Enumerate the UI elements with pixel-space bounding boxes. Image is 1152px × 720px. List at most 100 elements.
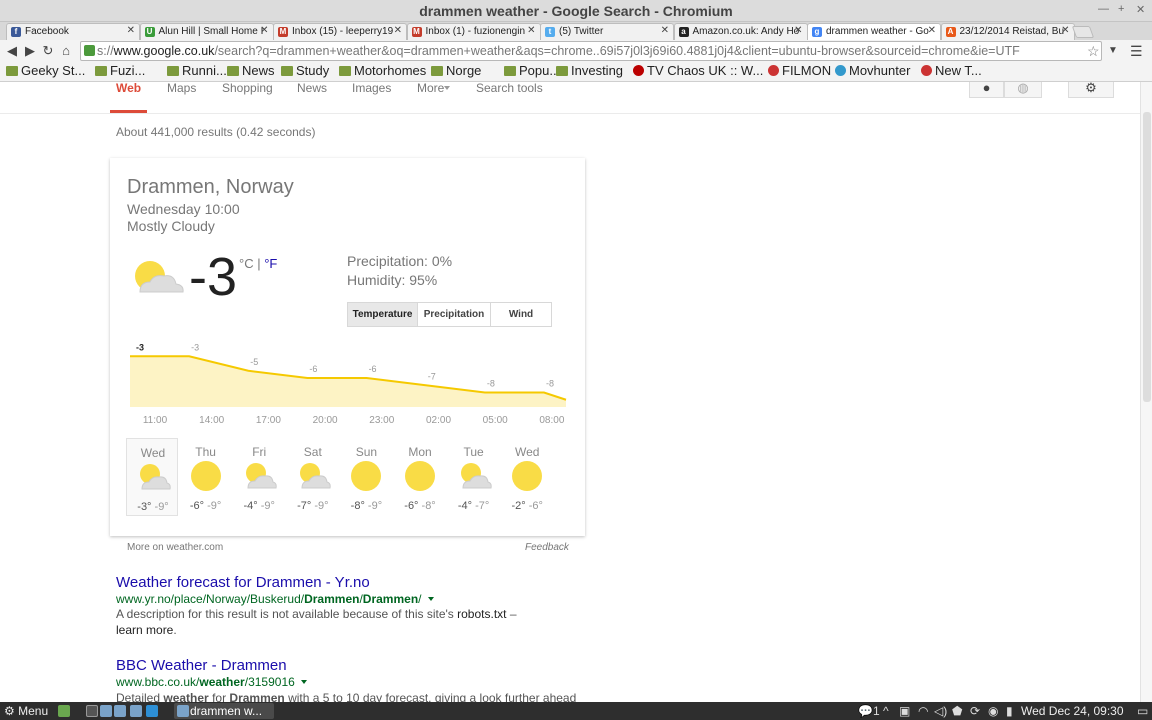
bookmark-folder[interactable]: Geeky St...: [6, 63, 85, 78]
unit-fahrenheit[interactable]: °F: [264, 256, 277, 271]
browser-tab[interactable]: U Alun Hill | Small Home I ✕: [139, 23, 274, 40]
robots-link[interactable]: robots.txt: [457, 607, 506, 621]
tab-wind[interactable]: Wind: [490, 303, 551, 326]
forecast-day[interactable]: Fri -4° -9°: [233, 438, 285, 516]
more-weather-link[interactable]: More on weather.com: [127, 542, 223, 553]
bookmark-folder[interactable]: Popu...: [504, 63, 560, 78]
unit-celsius[interactable]: °C: [239, 256, 254, 271]
folder-icon: [95, 66, 107, 76]
bookmark-folder[interactable]: News: [227, 63, 275, 78]
globe-button[interactable]: ◍: [1004, 81, 1042, 98]
forecast-day-name: Mon: [408, 445, 432, 459]
nav-web[interactable]: Web: [116, 81, 141, 95]
new-tab-button[interactable]: [1071, 26, 1095, 38]
tab-close-icon[interactable]: ✕: [127, 25, 135, 36]
nav-search-tools[interactable]: Search tools: [476, 81, 543, 95]
back-arrow-icon[interactable]: ◀: [4, 43, 20, 59]
bookmark-folder[interactable]: Norge: [431, 63, 481, 78]
forecast-day[interactable]: Mon -6° -8°: [394, 438, 446, 516]
bookmark-link[interactable]: FILMON: [768, 63, 831, 78]
maximize-icon[interactable]: +: [1118, 3, 1124, 15]
learn-more-link[interactable]: learn more: [116, 623, 173, 637]
bookmark-folder[interactable]: Study: [281, 63, 329, 78]
tab-close-icon[interactable]: ✕: [661, 25, 669, 36]
home-icon[interactable]: ⌂: [58, 43, 74, 59]
browser-tab[interactable]: f Facebook ✕: [6, 23, 140, 40]
tab-temperature[interactable]: Temperature: [348, 303, 418, 326]
desktop-icon[interactable]: [58, 705, 70, 717]
taskbar-window-button[interactable]: drammen w...: [174, 703, 274, 719]
scrollbar-thumb[interactable]: [1143, 112, 1151, 402]
bookmark-link[interactable]: Movhunter: [835, 63, 910, 78]
show-desktop-icon[interactable]: ▭: [1137, 704, 1148, 718]
bookmark-folder[interactable]: Runni...: [167, 63, 227, 78]
browser-tab[interactable]: g drammen weather - Go ✕: [807, 23, 941, 40]
browser-tab[interactable]: M Inbox (15) - leeperry19 ✕: [273, 23, 407, 40]
minimize-icon[interactable]: —: [1098, 3, 1109, 15]
skype-icon[interactable]: [146, 705, 158, 717]
chart-x-tick-label: 23:00: [369, 415, 394, 426]
volume-icon[interactable]: ◁): [934, 704, 947, 718]
browser-tab[interactable]: t (5) Twitter ✕: [540, 23, 674, 40]
forward-arrow-icon[interactable]: ▶: [22, 43, 38, 59]
forecast-day-temps: -3° -9°: [127, 501, 179, 513]
url-part: www.yr.no/place/Norway/Buskerud/: [116, 592, 305, 606]
tab-close-icon[interactable]: ✕: [1061, 25, 1069, 36]
settings-button[interactable]: ⚙: [1068, 81, 1114, 98]
bookmark-folder[interactable]: Fuzi...: [95, 63, 145, 78]
forecast-day[interactable]: Thu -6° -9°: [180, 438, 232, 516]
close-window-icon[interactable]: ✕: [1136, 3, 1145, 16]
browser-tab[interactable]: A 23/12/2014 Reistad, Bu ✕: [940, 23, 1075, 40]
forecast-day-temps: -4° -9°: [233, 500, 285, 512]
browser-launcher-icon[interactable]: [114, 705, 126, 717]
hamburger-menu-icon[interactable]: ☰: [1130, 43, 1143, 60]
tab-close-icon[interactable]: ✕: [394, 25, 402, 36]
account-button[interactable]: ●: [969, 81, 1004, 98]
bookmark-link[interactable]: TV Chaos UK :: W...: [633, 63, 763, 78]
bookmark-folder[interactable]: Motorhomes: [339, 63, 426, 78]
result-title-bbc[interactable]: BBC Weather - Drammen: [116, 657, 287, 674]
tab-precipitation[interactable]: Precipitation: [418, 303, 490, 326]
nav-images[interactable]: Images: [352, 81, 391, 95]
app-launcher-icon[interactable]: [130, 705, 142, 717]
page-scrollbar[interactable]: [1140, 82, 1152, 702]
forecast-day[interactable]: Tue -4° -7°: [448, 438, 500, 516]
chart-data-label: -7: [428, 371, 436, 381]
nav-shopping[interactable]: Shopping: [222, 81, 273, 95]
address-bar[interactable]: s://www.google.co.uk/search?q=drammen+we…: [80, 41, 1102, 61]
url-dropdown-icon[interactable]: [300, 680, 307, 684]
reload-icon[interactable]: ↻: [40, 43, 56, 59]
forecast-day[interactable]: Wed -2° -6°: [501, 438, 553, 516]
forecast-day[interactable]: Sun -8° -9°: [340, 438, 392, 516]
browser-tray-icon[interactable]: ◉: [988, 704, 998, 718]
tab-close-icon[interactable]: ✕: [260, 25, 268, 36]
tray-app-icon[interactable]: ▣: [899, 704, 910, 718]
chevron-down-icon[interactable]: ▼: [1108, 45, 1118, 56]
browser-tab[interactable]: a Amazon.co.uk: Andy Ho ✕: [673, 23, 808, 40]
nav-maps[interactable]: Maps: [167, 81, 196, 95]
battery-icon[interactable]: ▮: [1006, 704, 1013, 718]
bookmark-folder[interactable]: Investing: [556, 63, 623, 78]
files-icon[interactable]: [100, 705, 112, 717]
browser-tab[interactable]: M Inbox (1) - fuzionengin ✕: [406, 23, 541, 40]
bookmark-link[interactable]: New T...: [921, 63, 982, 78]
tab-close-icon[interactable]: ✕: [794, 25, 802, 36]
nav-news[interactable]: News: [297, 81, 327, 95]
forecast-day[interactable]: Sat -7° -9°: [287, 438, 339, 516]
notification-icon[interactable]: 💬1: [858, 704, 880, 718]
result-title-yr[interactable]: Weather forecast for Drammen - Yr.no: [116, 574, 370, 591]
chevron-up-icon[interactable]: ^: [883, 704, 889, 718]
shield-icon[interactable]: ⬟: [952, 704, 962, 718]
terminal-icon[interactable]: [86, 705, 98, 717]
start-menu-button[interactable]: ⚙ Menu: [4, 704, 48, 718]
bookmark-star-icon[interactable]: ☆: [1087, 43, 1100, 60]
update-icon[interactable]: ⟳: [970, 704, 980, 718]
tab-close-icon[interactable]: ✕: [527, 25, 535, 36]
tab-close-icon[interactable]: ✕: [928, 25, 936, 36]
url-dropdown-icon[interactable]: [427, 597, 434, 601]
forecast-day[interactable]: Wed -3° -9°: [126, 438, 178, 516]
feedback-link[interactable]: Feedback: [525, 542, 569, 553]
nav-more[interactable]: More: [417, 81, 444, 95]
window-title: drammen weather - Google Search - Chromi…: [419, 3, 733, 19]
wifi-icon[interactable]: ◠: [918, 704, 928, 718]
